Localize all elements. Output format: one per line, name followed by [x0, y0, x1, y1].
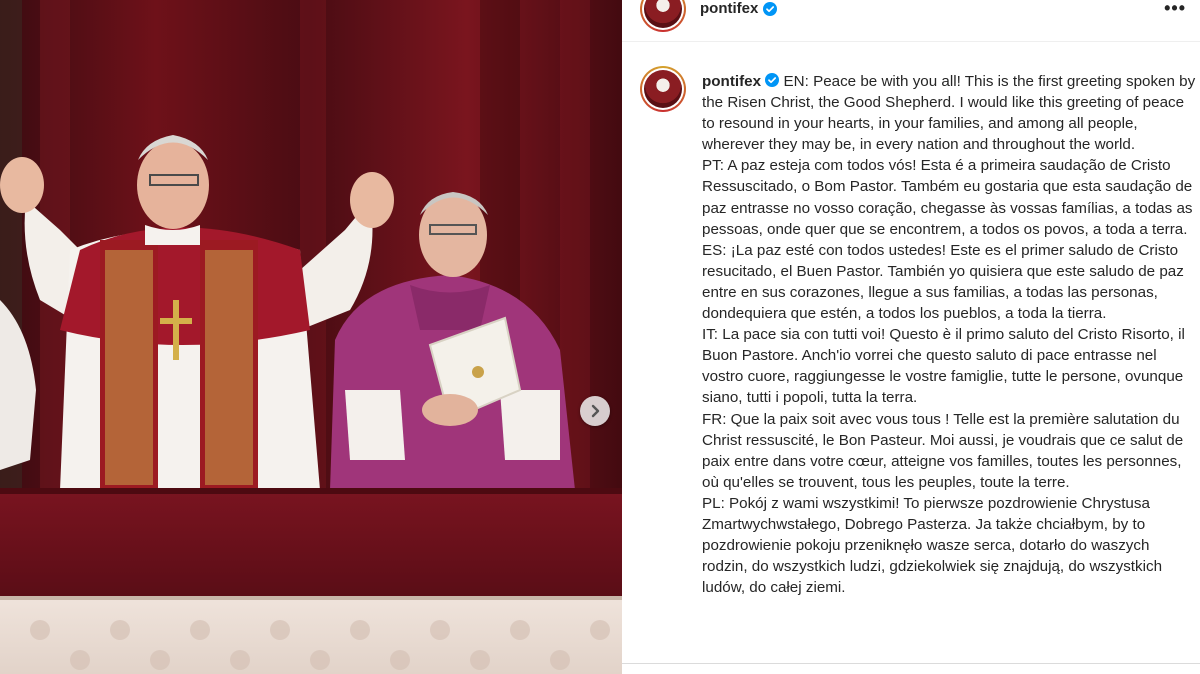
more-options-icon[interactable]: •••	[1164, 0, 1186, 19]
divider	[622, 663, 1200, 664]
caption-avatar[interactable]	[640, 66, 686, 112]
post-header: pontifex •••	[622, 0, 1200, 42]
caption-text-fr: FR: Que la paix soit avec vous tous ! Te…	[702, 410, 1184, 491]
chevron-right-icon	[591, 404, 600, 418]
caption-text-pt: PT: A paz esteja com todos vós! Esta é a…	[702, 157, 1193, 238]
photo-illustration	[0, 0, 622, 674]
caption-text-es: ES: ¡La paz esté con todos ustedes! Este…	[702, 241, 1184, 323]
caption-text-pl: PL: Pokój z wami wszystkimi! To pierwsze…	[702, 494, 1163, 597]
header-username[interactable]: pontifex	[700, 0, 778, 17]
post-panel: pontifex ••• pontifex EN: Peace be with …	[622, 0, 1200, 674]
profile-avatar[interactable]	[640, 0, 686, 32]
post-photo[interactable]	[0, 0, 622, 674]
verified-badge-icon	[765, 73, 780, 87]
caption-en: pontifex EN: Peace be with you all! This…	[702, 71, 1196, 155]
username-text[interactable]: pontifex	[700, 0, 758, 17]
caption-text-it: IT: La pace sia con tutti voi! Questo è …	[702, 326, 1185, 407]
carousel-next-button[interactable]	[580, 396, 610, 426]
verified-badge-icon	[763, 1, 778, 16]
caption-username[interactable]: pontifex	[702, 73, 761, 90]
post-caption: pontifex EN: Peace be with you all! This…	[702, 71, 1196, 598]
